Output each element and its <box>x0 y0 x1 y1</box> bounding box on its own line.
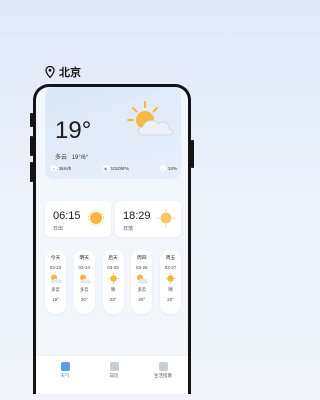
forecast-condition: 多云 <box>79 287 89 292</box>
location-header[interactable]: 北京 <box>45 64 81 80</box>
forecast-day[interactable]: 周四 03-26 多云 20° <box>131 250 153 314</box>
forecast-temp: 23° <box>109 297 117 302</box>
city-name: 北京 <box>59 67 81 79</box>
tab-weather[interactable]: 天气 <box>50 362 80 394</box>
partly-cloudy-icon <box>79 274 91 284</box>
location-pin-icon <box>45 66 55 78</box>
forecast-temp: 19° <box>52 297 59 302</box>
pressure-stat: ◉ 1010hPa <box>102 165 129 171</box>
forecast-date: 03-25 <box>107 265 119 270</box>
forecast-day[interactable]: 周五 03-27 晴 20° <box>160 250 181 314</box>
weather-tab-icon <box>60 362 70 371</box>
forecast-day[interactable]: 今天 03-23 多云 19° <box>45 250 66 314</box>
partly-cloudy-icon <box>127 101 174 136</box>
tab-label: 天气 <box>60 373 70 378</box>
forecast-day[interactable]: 明天 03-24 多云 20° <box>73 250 95 314</box>
bottom-tab-bar: 天气 日历 生活指南 <box>36 355 188 394</box>
sunset-time: 18:29 <box>123 210 151 222</box>
forecast-date: 03-27 <box>164 265 177 270</box>
tab-label: 日历 <box>109 373 119 378</box>
forecast-temp: 20° <box>167 297 174 302</box>
sunny-icon <box>107 273 119 284</box>
forecast-date: 03-24 <box>78 265 90 270</box>
pressure-icon: ◉ <box>102 165 109 171</box>
forecast-condition: 晴 <box>110 287 116 292</box>
calendar-tab-icon <box>109 362 119 371</box>
forecast-date: 03-26 <box>135 265 148 270</box>
current-weather-card[interactable]: 19° 多云 19°/6° ≈ 3km/h ◉ 1010hPa ◌ 34% <box>45 87 181 179</box>
tab-life-guide[interactable]: 生活指南 <box>148 362 178 394</box>
forecast-day-name: 明天 <box>79 256 90 261</box>
forecast-temp: 20° <box>80 297 88 302</box>
humidity-stat: ◌ 34% <box>159 165 177 171</box>
life-guide-tab-icon <box>158 362 168 371</box>
tab-label: 生活指南 <box>154 373 172 378</box>
sunny-icon <box>164 273 177 284</box>
partly-cloudy-icon <box>137 274 149 284</box>
forecast-condition: 多云 <box>51 287 60 292</box>
forecast-condition: 晴 <box>168 287 173 292</box>
condition-text: 多云 <box>55 155 68 161</box>
forecast-temp: 20° <box>138 297 146 302</box>
forecast-condition: 多云 <box>137 287 147 292</box>
humidity-icon: ◌ <box>159 165 166 171</box>
forecast-day-name: 周五 <box>165 256 176 261</box>
temperature-range: 19°/6° <box>71 155 89 161</box>
phone-frame: 19° 多云 19°/6° ≈ 3km/h ◉ 1010hPa ◌ 34% 06… <box>33 84 191 394</box>
forecast-date: 03-23 <box>49 265 62 270</box>
sunrise-time: 06:15 <box>53 210 81 222</box>
forecast-day-name: 今天 <box>50 256 61 261</box>
current-temperature: 19° <box>55 117 92 144</box>
wind-icon: ≈ <box>51 165 57 171</box>
phone-side-button <box>191 140 194 168</box>
tab-calendar[interactable]: 日历 <box>99 362 129 394</box>
sunset-label: 日落 <box>123 226 134 232</box>
forecast-list: 今天 03-23 多云 19° 明天 03-24 多云 20° 后天 03-25 <box>45 250 181 314</box>
current-condition: 多云 19°/6° <box>55 152 88 161</box>
wind-stat: ≈ 3km/h <box>51 165 72 171</box>
sunrise-label: 日出 <box>53 226 64 232</box>
forecast-day[interactable]: 后天 03-25 晴 23° <box>102 250 124 314</box>
sunset-card: 18:29 日落 <box>115 201 181 237</box>
sunrise-icon <box>88 210 104 226</box>
weather-stats: ≈ 3km/h ◉ 1010hPa ◌ 34% <box>51 165 177 171</box>
sunset-icon <box>157 209 175 227</box>
forecast-day-name: 周四 <box>136 256 147 261</box>
partly-cloudy-icon <box>51 274 62 284</box>
forecast-day-name: 后天 <box>108 256 118 261</box>
sunrise-card: 06:15 日出 <box>45 201 111 237</box>
